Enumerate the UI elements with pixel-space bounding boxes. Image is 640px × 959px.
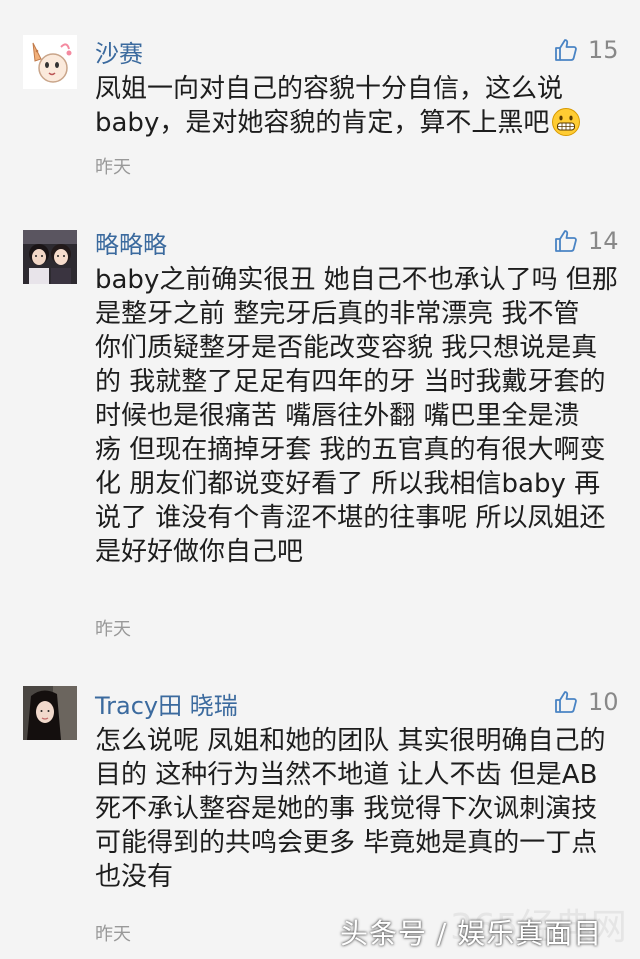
comment-line: 时候也是很痛苦 嘴唇往外翻 嘴巴里全是溃 (95, 401, 580, 431)
avatar[interactable] (23, 686, 77, 740)
comment-line: 说了 谁没有个青涩不堪的往事呢 所以凤姐还 (95, 503, 606, 533)
username[interactable]: Tracy田 晓瑞 (95, 686, 238, 721)
comment-line: 可能得到的共鸣会更多 毕竟她是真的一丁点 (95, 828, 598, 858)
like-count: 15 (588, 36, 619, 64)
comment-line: 目的 这种行为当然不地道 让人不齿 但是AB (95, 760, 598, 790)
comment-text: baby之前确实很丑 她自己不也承认了吗 但那 是整牙之前 整完牙后真的非常漂亮… (95, 263, 625, 569)
comment-text: 怎么说呢 凤姐和她的团队 其实很明确自己的 目的 这种行为当然不地道 让人不齿 … (95, 724, 625, 894)
thumbs-up-icon (555, 39, 577, 61)
comment-line: baby之前确实很丑 她自己不也承认了吗 但那 (95, 265, 618, 295)
like-button[interactable]: 15 (554, 36, 619, 64)
comment-line: baby，是对她容貌的肯定，算不上黑吧 (95, 106, 625, 140)
comment-line: 怎么说呢 凤姐和她的团队 其实很明确自己的 (95, 726, 606, 756)
grinning-emoji-icon (552, 108, 581, 136)
comment-line: 凤姐一向对自己的容貌十分自信，这么说 (95, 74, 564, 104)
thumbs-up-icon (555, 691, 577, 713)
like-count: 14 (588, 227, 619, 255)
timestamp: 昨天 (95, 157, 131, 178)
like-button[interactable]: 10 (554, 688, 619, 716)
timestamp: 昨天 (95, 924, 131, 945)
comment-line: 是好好做你自己吧 (95, 537, 304, 567)
username[interactable]: 略略略 (95, 225, 167, 260)
comment-line: 是整牙之前 整完牙后真的非常漂亮 我不管 (95, 299, 580, 329)
cartoon-avatar-icon (23, 35, 77, 89)
timestamp: 昨天 (95, 619, 131, 640)
comment-text: 凤姐一向对自己的容貌十分自信，这么说 baby，是对她容貌的肯定，算不上黑吧 (95, 72, 625, 140)
comment-line: 的 我就整了足足有四年的牙 当时我戴牙套的 (95, 367, 606, 397)
source-watermark: 头条号 / 娱乐真面目 (340, 917, 603, 950)
comment-line: 也没有 (95, 862, 174, 892)
thumbs-up-icon (555, 230, 577, 252)
girl-photo-avatar (23, 686, 77, 740)
comment-line-text: baby，是对她容貌的肯定，算不上黑吧 (95, 108, 550, 138)
comment-line: 化 朋友们都说变好看了 所以我相信baby 再 (95, 469, 601, 499)
two-girls-photo-avatar (23, 230, 77, 284)
comment-line: 疡 但现在摘掉牙套 我的五官真的有很大啊变 (95, 435, 606, 465)
like-button[interactable]: 14 (554, 227, 619, 255)
like-count: 10 (588, 688, 619, 716)
avatar[interactable] (23, 35, 77, 89)
avatar[interactable] (23, 230, 77, 284)
comment-line: 死不承认整容是她的事 我觉得下次讽刺演技 (95, 794, 598, 824)
username[interactable]: 沙赛 (95, 34, 143, 69)
comment-line: 你们质疑整牙是否能改变容貌 我只想说是真 (95, 333, 598, 363)
